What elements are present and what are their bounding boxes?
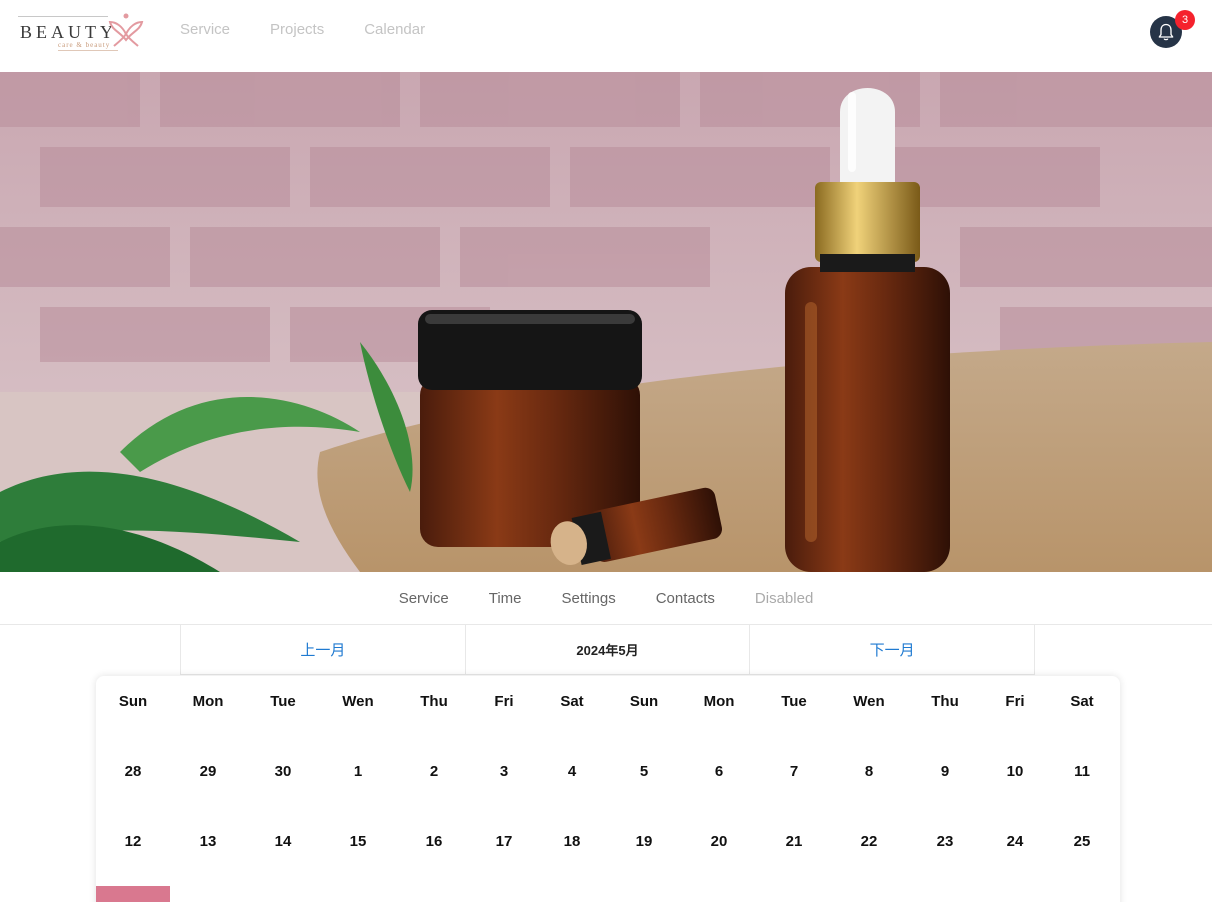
current-month-cell: 2024年5月 [465, 625, 751, 675]
weekday-label: Wen [853, 692, 885, 710]
calendar-day[interactable]: 9 [915, 746, 975, 796]
calendar-day[interactable]: 5 [614, 746, 674, 796]
calendar-day[interactable]: 10 [985, 746, 1045, 796]
tab-contacts[interactable]: Contacts [656, 590, 715, 607]
selected-day-highlight[interactable] [96, 886, 170, 902]
calendar-day[interactable]: 24 [985, 816, 1045, 866]
week-row: 12 13 14 15 16 17 18 19 20 21 22 23 24 25 [96, 816, 1120, 886]
calendar-day[interactable]: 11 [1052, 746, 1112, 796]
week-row: 28 29 30 1 2 3 4 5 6 7 8 9 10 11 [96, 746, 1120, 816]
tab-settings[interactable]: Settings [562, 590, 616, 607]
weekday-label: Wen [342, 692, 374, 710]
weekday-label: Tue [270, 692, 296, 710]
logo-subtext: care & beauty [58, 41, 111, 49]
nav-item-projects[interactable]: Projects [270, 21, 324, 38]
calendar-day[interactable]: 19 [614, 816, 674, 866]
weekday-header-row: Sun Mon Tue Wen Thu Fri Sat Sun Mon Tue Wen Thu Fri S… [96, 676, 1120, 746]
next-month-button[interactable]: 下一月 [870, 639, 915, 660]
weekday-label: Fri [1005, 692, 1025, 710]
butterfly-logo-icon [108, 13, 144, 47]
calendar-day[interactable]: 22 [839, 816, 899, 866]
month-switcher: 上一月 2024年5月 下一月 [180, 625, 1036, 675]
weekday-label: Mon [192, 692, 224, 710]
calendar-day[interactable]: 15 [328, 816, 388, 866]
weekday-label: Thu [931, 692, 959, 710]
prev-month-cell: 上一月 [181, 625, 466, 675]
notification-count-badge: 3 [1175, 10, 1195, 30]
calendar-day[interactable]: 30 [253, 746, 313, 796]
main-nav: Service Projects Calendar [180, 21, 465, 38]
hero-product-illustration [0, 72, 1212, 572]
calendar-day[interactable]: 29 [178, 746, 238, 796]
calendar-day[interactable]: 16 [404, 816, 464, 866]
section-tabs: Service Time Settings Contacts Disabled [0, 572, 1212, 625]
tab-disabled: Disabled [754, 589, 814, 607]
calendar-day[interactable]: 4 [542, 746, 602, 796]
calendar-day[interactable]: 18 [542, 816, 602, 866]
calendar-day[interactable]: 2 [404, 746, 464, 796]
weekday-label: Thu [420, 692, 448, 710]
weekday-label: Mon [703, 692, 735, 710]
nav-item-service[interactable]: Service [180, 21, 230, 38]
calendar-day[interactable]: 7 [764, 746, 824, 796]
calendar-day[interactable]: 14 [253, 816, 313, 866]
nav-item-calendar[interactable]: Calendar [364, 21, 425, 38]
calendar-day[interactable]: 28 [103, 746, 163, 796]
hero-image [0, 72, 1212, 572]
calendar-day[interactable]: 20 [689, 816, 749, 866]
calendar-day[interactable]: 8 [839, 746, 899, 796]
tab-service[interactable]: Service [399, 590, 449, 607]
calendar-day[interactable]: 13 [178, 816, 238, 866]
prev-month-button[interactable]: 上一月 [300, 639, 345, 660]
tab-time[interactable]: Time [489, 590, 522, 607]
weekday-label: Fri [494, 692, 514, 710]
calendar-day[interactable]: 1 [328, 746, 388, 796]
bell-icon [1158, 23, 1174, 41]
calendar-day[interactable]: 21 [764, 816, 824, 866]
weekday-label: Tue [781, 692, 807, 710]
calendar-day[interactable]: 12 [103, 816, 163, 866]
current-month-label: 2024年5月 [576, 643, 639, 658]
weekday-label: Sat [560, 692, 584, 710]
next-month-cell: 下一月 [750, 625, 1036, 675]
top-header: BEAUTY care & beauty Service Projects Ca… [0, 0, 1212, 72]
weekday-label: Sun [118, 692, 148, 710]
logo-divider [18, 16, 108, 17]
calendar-day[interactable]: 3 [474, 746, 534, 796]
calendar-day[interactable]: 17 [474, 816, 534, 866]
logo-text: BEAUTY [20, 22, 117, 42]
logo-underline [58, 50, 118, 51]
calendar-day[interactable]: 6 [689, 746, 749, 796]
calendar-day[interactable]: 23 [915, 816, 975, 866]
weekday-label: Sun [629, 692, 659, 710]
weekday-label: Sat [1070, 692, 1094, 710]
calendar-grid: Sun Mon Tue Wen Thu Fri Sat Sun Mon Tue Wen Thu Fri S… [96, 676, 1120, 902]
calendar-day[interactable]: 25 [1052, 816, 1112, 866]
brand-logo[interactable]: BEAUTY care & beauty [18, 10, 148, 56]
